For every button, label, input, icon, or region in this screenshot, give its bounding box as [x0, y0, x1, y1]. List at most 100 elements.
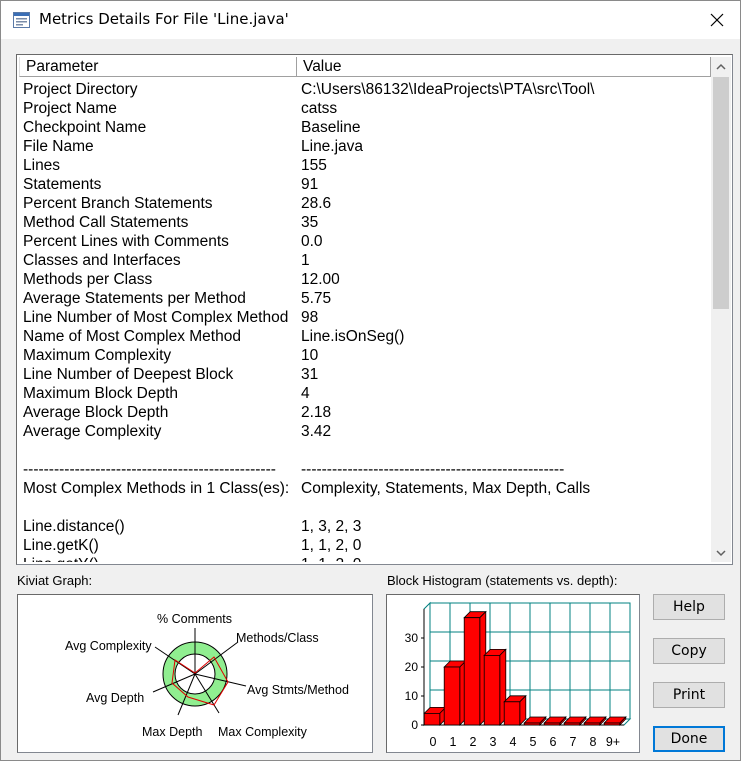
table-row[interactable]: Maximum Block Depth 4	[23, 384, 711, 403]
kiviat-graph-label: Kiviat Graph:	[17, 573, 93, 588]
chevron-down-icon	[716, 549, 726, 556]
done-button[interactable]: Done	[653, 726, 725, 752]
kiviat-axis-label-avg-depth: Avg Depth	[86, 691, 144, 705]
histogram-x-tick-label: 4	[510, 735, 517, 749]
value-cell: 31	[301, 366, 319, 383]
histogram-x-tick-label: 7	[570, 735, 577, 749]
help-button[interactable]: Help	[653, 594, 725, 620]
copy-button[interactable]: Copy	[653, 638, 725, 664]
block-histogram-chart: 01020300 1 2 3 4 5 6 7 8 9+	[405, 601, 632, 749]
table-row[interactable]: Line.distance() 1, 3, 2, 3	[23, 517, 711, 536]
table-row[interactable]: Percent Branch Statements 28.6	[23, 194, 711, 213]
histogram-bar	[563, 722, 581, 726]
kiviat-graph: % Comments Methods/Class Avg Stmts/Metho…	[65, 612, 349, 739]
scroll-down-button[interactable]	[711, 544, 731, 562]
value-cell: 35	[301, 214, 319, 231]
close-icon	[710, 13, 724, 27]
window-app-icon	[13, 12, 30, 28]
table-row[interactable]: Line Number of Deepest Block 31	[23, 365, 711, 384]
value-cell: Baseline	[301, 119, 361, 136]
metrics-details-window: Metrics Details For File 'Line.java' Par…	[0, 0, 741, 761]
parameter-cell: Lines	[23, 157, 61, 174]
table-row[interactable]: Average Complexity 3.42	[23, 422, 711, 441]
histogram-x-tick-label: 1	[450, 735, 457, 749]
table-row[interactable]: Method Call Statements 35	[23, 213, 711, 232]
histogram-x-tick-label: 3	[490, 735, 497, 749]
value-cell: 12.00	[301, 271, 340, 288]
value-cell: 91	[301, 176, 319, 193]
print-button[interactable]: Print	[653, 682, 725, 708]
table-row[interactable]: Statements 91	[23, 175, 711, 194]
histogram-left-wall	[423, 601, 431, 727]
title-bar[interactable]: Metrics Details For File 'Line.java'	[1, 1, 740, 39]
histogram-y-tick-label: 20	[405, 660, 419, 674]
table-row[interactable]: Classes and Interfaces 1	[23, 251, 711, 270]
table-row[interactable]	[23, 498, 711, 517]
parameter-cell: Project Directory	[23, 81, 138, 98]
block-histogram-label: Block Histogram (statements vs. depth):	[387, 573, 618, 588]
table-row[interactable]: Most Complex Methods in 1 Class(es): Comp…	[23, 479, 711, 498]
table-row[interactable]: Average Statements per Method 5.75	[23, 289, 711, 308]
value-cell: 4	[301, 385, 310, 402]
parameter-cell: ----------------------------------------…	[23, 461, 276, 478]
table-row[interactable]: Line Number of Most Complex Method 98	[23, 308, 711, 327]
parameter-cell: Line Number of Deepest Block	[23, 366, 234, 383]
table-row[interactable]: Checkpoint Name Baseline	[23, 118, 711, 137]
parameter-cell: Average Block Depth	[23, 404, 169, 421]
close-button[interactable]	[694, 1, 740, 39]
table-row[interactable]: Percent Lines with Comments 0.0	[23, 232, 711, 251]
parameter-cell: Line.distance()	[23, 518, 125, 535]
histogram-x-tick-label: 8	[590, 735, 597, 749]
scroll-up-button[interactable]	[711, 57, 731, 75]
histogram-x-tick-label: 2	[470, 735, 477, 749]
value-cell: 5.75	[301, 290, 332, 307]
value-cell: 98	[301, 309, 319, 326]
value-cell: C:\Users\86132\IdeaProjects\PTA\src\Tool…	[301, 81, 595, 98]
value-cell: ----------------------------------------…	[301, 461, 565, 478]
parameter-cell: Percent Branch Statements	[23, 195, 213, 212]
table-vertical-scrollbar[interactable]	[711, 57, 731, 562]
column-header-value[interactable]: Value	[297, 57, 711, 77]
kiviat-axis-label-avg-complexity: Avg Complexity	[65, 639, 152, 653]
table-row[interactable]: Line.getY() 1, 1, 2, 0	[23, 555, 711, 562]
value-cell: 1	[301, 252, 310, 269]
histogram-bar	[443, 666, 461, 726]
histogram-bar	[603, 722, 621, 726]
table-row[interactable]: Name of Most Complex Method Line.isOnSeg(…	[23, 327, 711, 346]
value-cell: 1, 1, 2, 0	[301, 555, 361, 562]
table-row[interactable]: Project Directory C:\Users\86132\IdeaProj…	[23, 80, 711, 99]
parameter-cell: Project Name	[23, 100, 117, 117]
block-histogram-panel: 0 10 20 30 0 1 2 3 4 5 6 7 8 9+	[386, 594, 640, 753]
value-cell: Line.java	[301, 138, 364, 155]
parameter-cell: Average Statements per Method	[23, 290, 246, 307]
table-row[interactable]: Maximum Complexity 10	[23, 346, 711, 365]
histogram-bar	[583, 722, 601, 726]
parameter-cell: Average Complexity	[23, 423, 162, 440]
value-cell: 10	[301, 347, 319, 364]
parameter-cell: Method Call Statements	[23, 214, 189, 231]
kiviat-axis-label-methods-class: Methods/Class	[236, 631, 319, 645]
table-row[interactable]: ----------------------------------------…	[23, 460, 711, 479]
table-row[interactable]: Line.getK() 1, 1, 2, 0	[23, 536, 711, 555]
parameter-cell: Methods per Class	[23, 271, 153, 288]
metrics-table[interactable]: Parameter Value Project Directory C:\User…	[16, 54, 733, 565]
value-cell: 3.42	[301, 423, 332, 440]
value-cell: Complexity, Statements, Max Depth, Calls	[301, 480, 591, 497]
kiviat-axis-label-max-complexity: Max Complexity	[218, 725, 308, 739]
histogram-bar	[503, 701, 521, 726]
table-row[interactable]: Average Block Depth 2.18	[23, 403, 711, 422]
chevron-up-icon	[716, 63, 726, 70]
histogram-bar	[523, 722, 541, 726]
table-row[interactable]: Lines 155	[23, 156, 711, 175]
column-header-parameter[interactable]: Parameter	[19, 57, 297, 77]
parameter-cell: Most Complex Methods in 1 Class(es):	[23, 480, 290, 497]
table-row[interactable]: Project Name catss	[23, 99, 711, 118]
table-row[interactable]	[23, 441, 711, 460]
scroll-thumb[interactable]	[713, 77, 729, 309]
parameter-cell: Maximum Complexity	[23, 347, 172, 364]
value-cell: 1, 1, 2, 0	[301, 537, 362, 554]
table-row[interactable]: Methods per Class 12.00	[23, 270, 711, 289]
parameter-cell: File Name	[23, 138, 94, 155]
table-row[interactable]: File Name Line.java	[23, 137, 711, 156]
window-title: Metrics Details For File 'Line.java'	[39, 10, 289, 28]
